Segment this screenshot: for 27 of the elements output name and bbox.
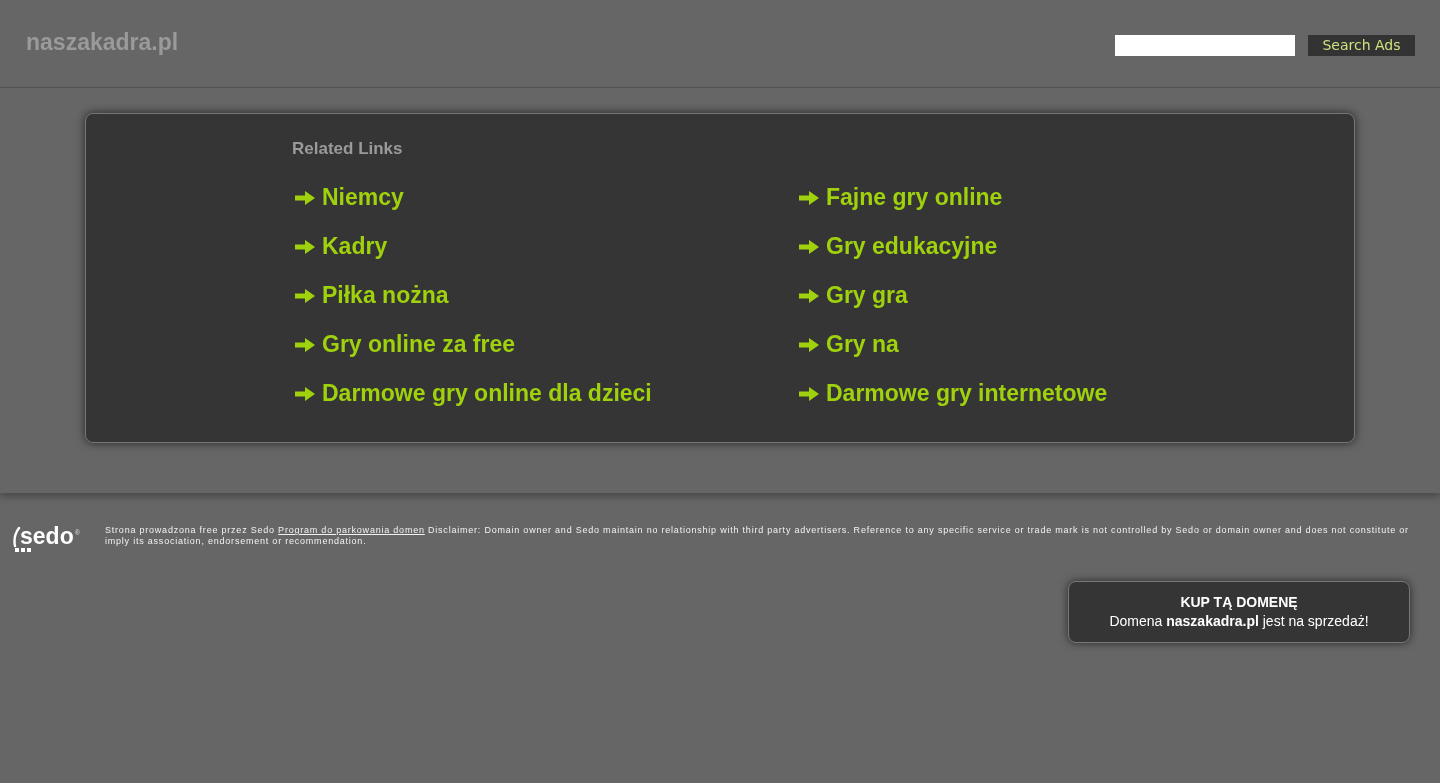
related-link[interactable]: Darmowe gry internetowe [796, 369, 1108, 418]
sale-heading: KUP TĄ DOMENĘ [1180, 593, 1298, 612]
search-button[interactable]: Search Ads [1308, 34, 1415, 56]
search-field[interactable] [1115, 34, 1295, 56]
arrow-icon [295, 385, 315, 402]
related-link[interactable]: Gry gra [796, 271, 908, 320]
related-link[interactable]: Gry edukacyjne [796, 222, 998, 271]
arrow-icon [799, 238, 819, 255]
related-link[interactable]: Gry online za free [292, 320, 515, 369]
related-links-heading: Related Links [292, 139, 403, 158]
related-link[interactable]: Fajne gry online [796, 173, 1003, 222]
parking-program-link[interactable]: Program do parkowania domen [278, 525, 425, 535]
arrow-icon [295, 336, 315, 353]
arrow-icon [799, 336, 819, 353]
related-link[interactable]: Darmowe gry online dla dzieci [292, 369, 652, 418]
related-link[interactable]: Piłka nożna [292, 271, 449, 320]
arrow-icon [799, 385, 819, 402]
arrow-icon [799, 287, 819, 304]
arrow-icon [295, 287, 315, 304]
related-link[interactable]: Kadry [292, 222, 388, 271]
arrow-icon [799, 189, 819, 206]
related-link[interactable]: Niemcy [292, 173, 404, 222]
related-link[interactable]: Gry na [796, 320, 899, 369]
arrow-icon [295, 238, 315, 255]
arrow-icon [295, 189, 315, 206]
disclaimer-text: Strona prowadzona free przez Sedo Program do parkowania domen Disclaimer: Domain owner and Sedo maintain no relationship with third party advertisers. Reference to any specific service or trade mark is not controlled by Sedo or domain owner and does not constitute or imply its association, endorsement or recommendation. [105, 525, 1410, 547]
sale-text: Domena naszakadra.pl jest na sprzedaż! [1109, 612, 1369, 631]
